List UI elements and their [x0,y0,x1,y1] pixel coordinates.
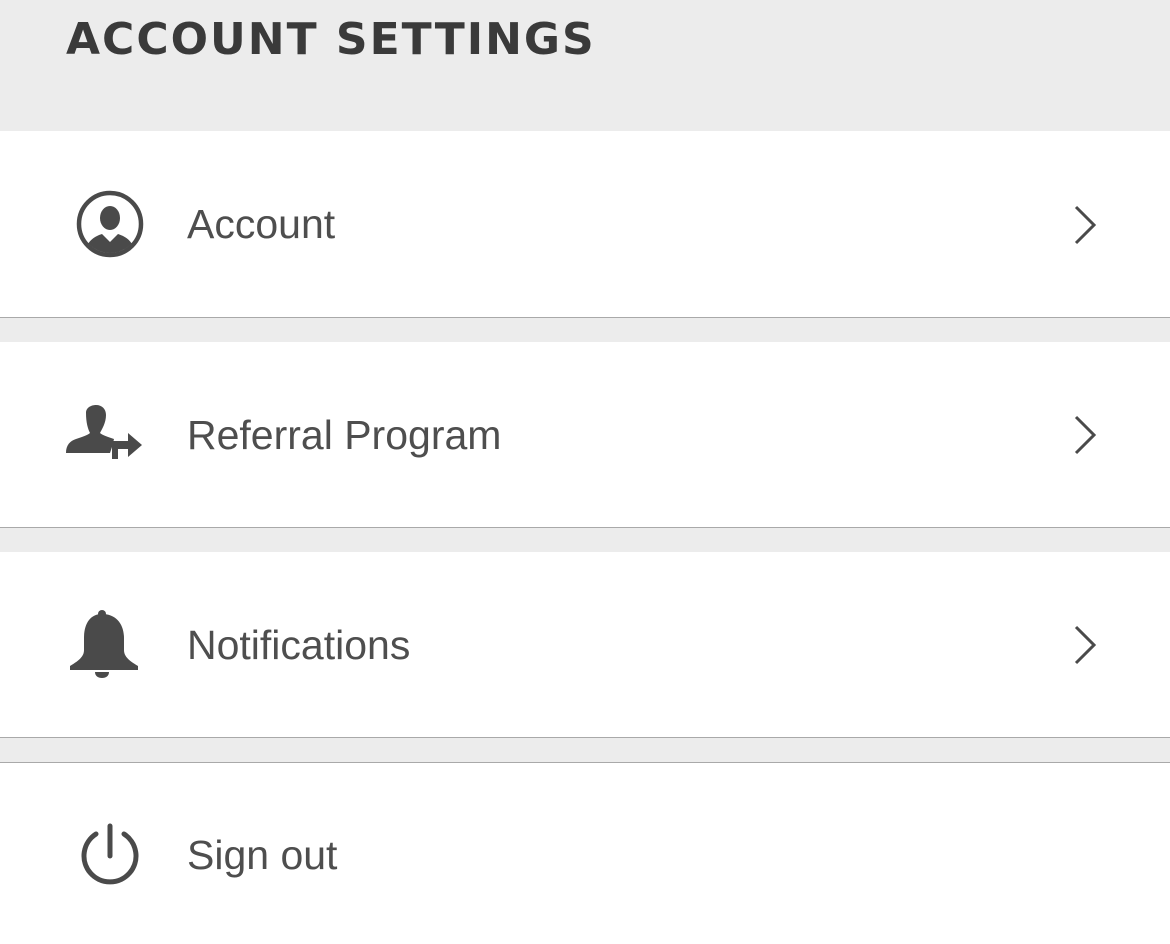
page-header: ACCOUNT SETTINGS [0,0,1170,131]
menu-item-label: Notifications [187,622,411,668]
power-icon [62,808,158,904]
bell-icon [62,598,158,694]
user-referral-icon [62,387,158,483]
user-circle-icon [62,176,158,272]
chevron-right-icon [1068,623,1104,667]
menu-item-label: Account [187,201,336,247]
menu-item-label: Sign out [187,832,338,878]
page-title: ACCOUNT SETTINGS [66,14,596,65]
menu-item-notifications[interactable]: Notifications [0,552,1170,738]
menu-item-label: Referral Program [187,412,502,458]
menu-item-sign-out[interactable]: Sign out [0,762,1170,944]
chevron-right-icon [1068,413,1104,457]
menu-item-referral-program[interactable]: Referral Program [0,342,1170,528]
chevron-right-icon [1068,203,1104,247]
menu-item-account[interactable]: Account [0,131,1170,318]
